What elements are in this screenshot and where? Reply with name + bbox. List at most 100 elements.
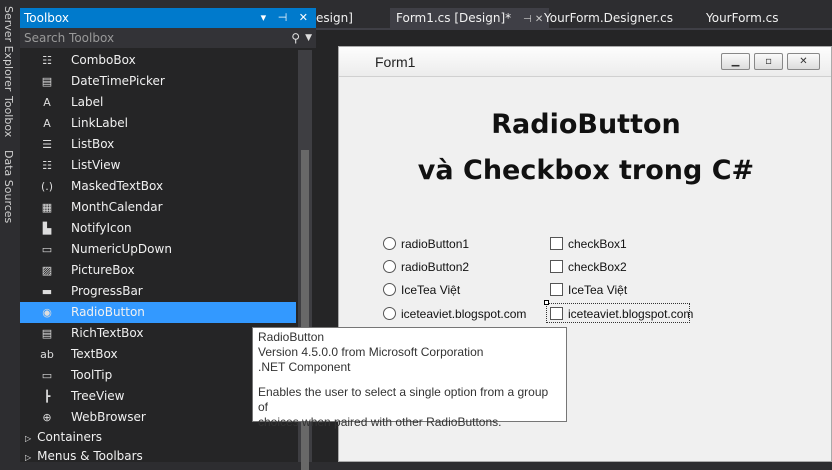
checkbox-square[interactable] <box>550 260 563 274</box>
listbox-icon: ☰ <box>42 138 52 151</box>
server-explorer-tab[interactable]: Server Explorer <box>2 6 15 91</box>
toolbox-item-label: ToolTip <box>71 368 113 382</box>
toolbox-item-combobox[interactable]: ☷ ComboBox <box>20 50 296 71</box>
monthcalendar-icon: ▦ <box>41 201 53 214</box>
toolbox-item-radiobutton[interactable]: ◉ RadioButton <box>20 302 296 323</box>
tooltip-icon: ▭ <box>41 369 53 382</box>
document-tabs: esign] Form1.cs [Design]* ⊣ ✕ YourForm.D… <box>316 8 832 28</box>
checkbox-square[interactable] <box>550 237 563 251</box>
maximize-icon[interactable]: ▫ <box>754 53 783 70</box>
toolbox-item-label: MonthCalendar <box>71 200 163 214</box>
resize-handle[interactable] <box>544 300 549 305</box>
richtextbox-icon: ▤ <box>41 327 53 340</box>
radio-circle[interactable] <box>383 283 396 297</box>
toolbox-item-label: NotifyIcon <box>71 221 132 235</box>
combobox-icon: ☷ <box>42 54 52 67</box>
toolbox-item-listview[interactable]: ☷ ListView <box>20 155 296 176</box>
tab-yourform-designer[interactable]: YourForm.Designer.cs <box>538 8 679 28</box>
webbrowser-icon: ⊕ <box>42 411 52 424</box>
heading-line-2: và Checkbox trong C# <box>417 155 755 186</box>
chevron-down-icon[interactable]: ▼ <box>305 28 312 48</box>
datetimepicker-icon: ▤ <box>41 75 53 88</box>
toolbox-item-datetimepicker[interactable]: ▤ DateTimePicker <box>20 71 296 92</box>
radio-button-4[interactable]: iceteaviet.blogspot.com <box>383 306 526 324</box>
toolbox-item-monthcalendar[interactable]: ▦ MonthCalendar <box>20 197 296 218</box>
toolbox-item-label: Label <box>71 95 104 109</box>
toolbox-item-label: LinkLabel <box>71 116 128 130</box>
toolbox-item-label: DateTimePicker <box>71 74 165 88</box>
form1-titlebar: Form1 ▁ ▫ ✕ <box>339 47 831 77</box>
radio-button-3[interactable]: IceTea Việt <box>383 282 460 300</box>
radio-button-2[interactable]: radioButton2 <box>383 259 469 277</box>
toolbox-item-label: PictureBox <box>71 263 135 277</box>
checkbox-3[interactable]: IceTea Việt <box>550 282 627 300</box>
toolbox-item-progressbar[interactable]: ▬ ProgressBar <box>20 281 296 302</box>
radio-button-3-label: IceTea Việt <box>401 283 461 297</box>
minimize-icon[interactable]: ▁ <box>721 53 750 70</box>
toolbox-tab[interactable]: Toolbox <box>2 96 15 137</box>
toolbox-window-controls[interactable]: ▾ ⊣ ✕ <box>261 8 312 28</box>
close-icon[interactable]: ✕ <box>787 53 820 70</box>
toolbox-item-picturebox[interactable]: ▨ PictureBox <box>20 260 296 281</box>
side-tab-strip: Server Explorer Toolbox Data Sources <box>0 0 20 462</box>
toolbox-item-label: ComboBox <box>71 53 136 67</box>
toolbox-item-label: TreeView <box>71 389 125 403</box>
toolbox-item-maskedtextbox[interactable]: (.) MaskedTextBox <box>20 176 296 197</box>
toolbox-tooltip: RadioButton Version 4.5.0.0 from Microso… <box>252 327 567 429</box>
chevron-right-icon: ▷ <box>25 434 32 443</box>
toolbox-item-label: TextBox <box>71 347 118 361</box>
chevron-right-icon: ▷ <box>25 453 32 462</box>
tab-yourform-cs[interactable]: YourForm.cs <box>700 8 785 28</box>
toolbox-item-notifyicon[interactable]: ▙ NotifyIcon <box>20 218 296 239</box>
checkbox-1[interactable]: checkBox1 <box>550 236 627 254</box>
checkbox-4[interactable]: iceteaviet.blogspot.com <box>550 306 693 324</box>
form1-title: Form1 <box>375 54 416 70</box>
notifyicon-icon: ▙ <box>42 222 52 235</box>
radio-button-1[interactable]: radioButton1 <box>383 236 469 254</box>
toolbox-item-label[interactable]: A Label <box>20 92 296 113</box>
radiobutton-icon: ◉ <box>42 306 52 319</box>
toolbox-group-menus-toolbars[interactable]: ▷ Menus & Toolbars <box>20 447 296 466</box>
toolbox-search[interactable]: Search Toolbox ⚲ ▼ <box>20 28 316 48</box>
listview-icon: ☷ <box>42 159 52 172</box>
tab-form1-design-label: Form1.cs [Design]* <box>396 11 512 25</box>
toolbox-search-input[interactable]: Search Toolbox <box>24 31 114 45</box>
toolbox-item-numericupdown[interactable]: ▭ NumericUpDown <box>20 239 296 260</box>
checkbox-3-label: IceTea Việt <box>568 283 628 297</box>
toolbox-item-label: MaskedTextBox <box>71 179 164 193</box>
tab-design-partial[interactable]: esign] <box>310 8 359 28</box>
picturebox-icon: ▨ <box>41 264 53 277</box>
checkbox-2[interactable]: checkBox2 <box>550 259 627 277</box>
label-icon: A <box>43 96 51 109</box>
toolbox-title: Toolbox <box>24 11 69 25</box>
radio-circle[interactable] <box>383 307 396 321</box>
tooltip-type: .NET Component <box>258 360 351 374</box>
checkbox-square[interactable] <box>550 283 563 297</box>
checkbox-4-label: iceteaviet.blogspot.com <box>568 307 694 321</box>
maskedtextbox-icon: (.) <box>40 180 54 193</box>
toolbox-item-label: ListBox <box>71 137 115 151</box>
radio-circle[interactable] <box>383 237 396 251</box>
treeview-icon: ┣ <box>43 390 51 403</box>
toolbox-item-label: ListView <box>71 158 121 172</box>
textbox-icon: ab <box>40 348 54 361</box>
radio-button-1-label: radioButton1 <box>401 237 470 251</box>
toolbox-group-label: Menus & Toolbars <box>37 449 143 463</box>
linklabel-icon: A <box>43 117 51 130</box>
toolbox-item-label: ProgressBar <box>71 284 143 298</box>
radio-circle[interactable] <box>383 260 396 274</box>
radio-button-4-label: iceteaviet.blogspot.com <box>401 307 527 321</box>
search-icon[interactable]: ⚲ <box>291 28 300 48</box>
tooltip-title: RadioButton <box>258 330 325 344</box>
numericupdown-icon: ▭ <box>41 243 53 256</box>
toolbox-group-containers[interactable]: ▷ Containers <box>20 428 296 447</box>
toolbox-item-listbox[interactable]: ☰ ListBox <box>20 134 296 155</box>
tab-form1-design[interactable]: Form1.cs [Design]* ⊣ ✕ <box>390 8 550 28</box>
progressbar-icon: ▬ <box>41 285 53 298</box>
checkbox-2-label: checkBox2 <box>568 260 627 274</box>
heading-line-1: RadioButton <box>491 109 681 140</box>
checkbox-1-label: checkBox1 <box>568 237 627 251</box>
toolbox-item-linklabel[interactable]: A LinkLabel <box>20 113 296 134</box>
checkbox-square[interactable] <box>550 307 563 321</box>
data-sources-tab[interactable]: Data Sources <box>2 150 15 223</box>
